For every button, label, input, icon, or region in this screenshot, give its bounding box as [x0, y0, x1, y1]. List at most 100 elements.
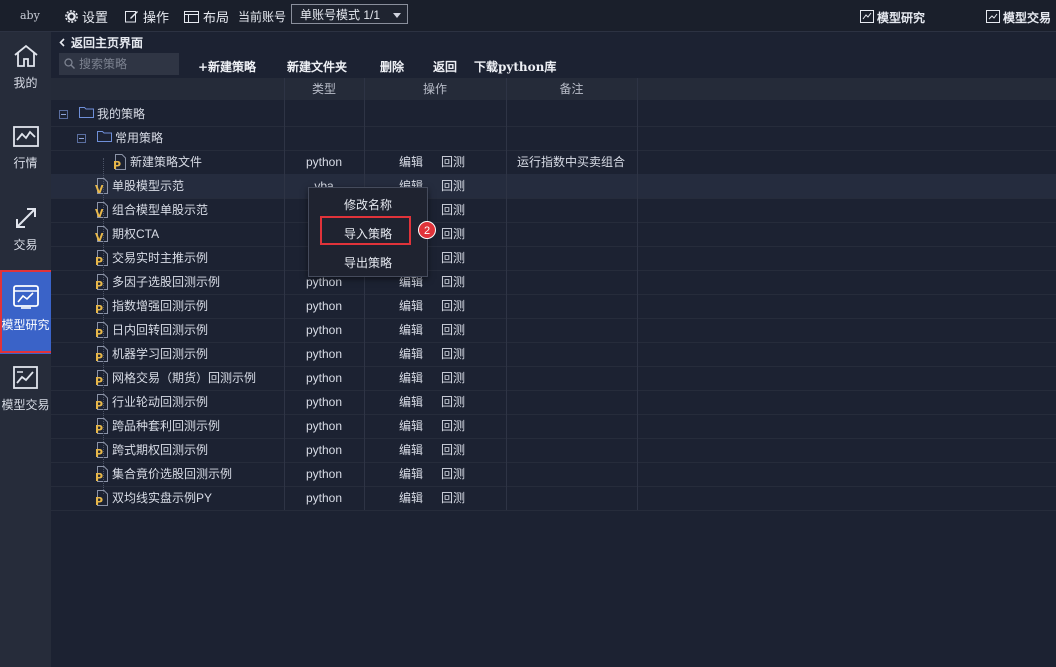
edit-link[interactable]: 编辑 — [399, 342, 423, 366]
table-row[interactable]: V期权CTA编辑回测 — [51, 222, 1056, 247]
table-row[interactable]: P 多因子选股回测示例 python 编辑 回测 — [51, 270, 1056, 295]
strategy-type: python — [305, 443, 343, 457]
strategy-name[interactable]: P 日内回转回测示例 — [95, 318, 295, 342]
model-trade-tab[interactable]: 模型交易 — [986, 9, 1051, 26]
chevron-down-icon — [393, 13, 401, 18]
table-row[interactable]: P 网格交易（期货）回测示例 python 编辑 回测 — [51, 366, 1056, 391]
edit-link[interactable]: 编辑 — [399, 486, 423, 510]
python-file-icon: P — [95, 370, 109, 388]
export-strategy-menu-item[interactable]: 导出策略 — [309, 254, 427, 271]
settings-menu[interactable]: 设置 — [65, 7, 108, 26]
table-row[interactable]: P 日内回转回测示例 python 编辑 回测 — [51, 318, 1056, 343]
backtest-link[interactable]: 回测 — [441, 390, 465, 414]
backtest-link[interactable]: 回测 — [441, 198, 465, 222]
strategy-note — [517, 414, 642, 438]
strategy-name[interactable]: P 网格交易（期货）回测示例 — [95, 366, 295, 390]
table-row[interactable]: P 双均线实盘示例PY python 编辑 回测 — [51, 486, 1056, 511]
operate-menu[interactable]: 操作 — [125, 7, 169, 26]
sidebar-item-label: 模型交易 — [1, 398, 50, 412]
sidebar-item-market[interactable]: 行情 — [0, 126, 51, 196]
edit-link[interactable]: 编辑 — [399, 318, 423, 342]
layout-menu[interactable]: 布局 — [184, 7, 229, 26]
strategy-name[interactable]: P 交易实时主推示例 — [95, 246, 295, 270]
backtest-link[interactable]: 回测 — [441, 246, 465, 270]
delete-button[interactable]: 删除 — [380, 58, 404, 75]
strategy-name[interactable]: P 机器学习回测示例 — [95, 342, 295, 366]
table-row[interactable]: 我的策略 — [51, 102, 1056, 127]
back-button[interactable]: 返回 — [433, 58, 457, 75]
edit-link[interactable]: 编辑 — [399, 390, 423, 414]
strategy-name[interactable]: V 组合模型单股示范 — [95, 198, 295, 222]
edit-link[interactable]: 编辑 — [399, 414, 423, 438]
table-row[interactable]: V组合模型单股示范编辑回测 — [51, 198, 1056, 223]
back-home-button[interactable]: 返回主页界面 — [59, 34, 143, 51]
backtest-link[interactable]: 回测 — [441, 174, 465, 198]
table-row[interactable]: P 机器学习回测示例 python 编辑 回测 — [51, 342, 1056, 367]
strategy-name-label: 行业轮动回测示例 — [112, 395, 209, 409]
backtest-link[interactable]: 回测 — [441, 318, 465, 342]
column-divider — [637, 78, 638, 510]
model-research-tab[interactable]: 模型研究 — [860, 9, 925, 26]
table-row[interactable]: P 跨品种套利回测示例 python 编辑 回测 — [51, 414, 1056, 439]
rename-menu-item[interactable]: 修改名称 — [309, 196, 427, 213]
search-input[interactable]: 搜索策略 — [59, 53, 179, 75]
table-row[interactable]: P交易实时主推示例p编辑回测 — [51, 246, 1056, 271]
sidebar-item-mine[interactable]: 我的 — [0, 44, 51, 114]
backtest-link[interactable]: 回测 — [441, 462, 465, 486]
edit-link[interactable]: 编辑 — [399, 150, 423, 174]
backtest-link[interactable]: 回测 — [441, 366, 465, 390]
highlight-box-import — [320, 216, 411, 245]
strategy-name[interactable]: P 双均线实盘示例PY — [95, 486, 295, 510]
vba-file-icon: V — [95, 178, 109, 196]
edit-link[interactable]: 编辑 — [399, 462, 423, 486]
strategy-name[interactable]: P 跨式期权回测示例 — [95, 438, 295, 462]
strategy-name[interactable]: P 新建策略文件 — [113, 150, 313, 174]
svg-text:P: P — [95, 399, 103, 410]
backtest-link[interactable]: 回测 — [441, 294, 465, 318]
collapse-toggle[interactable] — [77, 133, 86, 143]
table-row[interactable]: P 新建策略文件 python 编辑 回测 运行指数中买卖组合 — [51, 150, 1056, 175]
python-file-icon: P — [95, 250, 109, 268]
account-mode-select[interactable]: 单账号模式 1/1 — [291, 4, 408, 24]
strategy-name[interactable]: P 多因子选股回测示例 — [95, 270, 295, 294]
download-python-lib-button[interactable]: 下载python库 — [474, 58, 556, 75]
table-row[interactable]: P 指数增强回测示例 python 编辑 回测 — [51, 294, 1056, 319]
new-folder-button[interactable]: 新建文件夹 — [287, 58, 347, 75]
strategy-name-label: 跨式期权回测示例 — [112, 443, 209, 457]
vba-file-icon: V — [95, 202, 109, 220]
edit-link[interactable]: 编辑 — [399, 366, 423, 390]
strategy-name-label: 机器学习回测示例 — [112, 347, 209, 361]
backtest-link[interactable]: 回测 — [441, 486, 465, 510]
folder-icon — [79, 102, 94, 126]
backtest-link[interactable]: 回测 — [441, 270, 465, 294]
new-strategy-button[interactable]: +新建策略 — [198, 58, 256, 75]
python-file-icon: P — [95, 346, 109, 364]
table-row[interactable]: V 单股模型示范 vba 编辑 回测 — [51, 174, 1056, 199]
tree-folder[interactable]: 常用策略 — [77, 126, 277, 150]
table-row[interactable]: P 跨式期权回测示例 python 编辑 回测 — [51, 438, 1056, 463]
strategy-name[interactable]: P 指数增强回测示例 — [95, 294, 295, 318]
strategy-name[interactable]: V 单股模型示范 — [95, 174, 295, 198]
backtest-link[interactable]: 回测 — [441, 150, 465, 174]
strategy-name[interactable]: P 跨品种套利回测示例 — [95, 414, 295, 438]
backtest-link[interactable]: 回测 — [441, 222, 465, 246]
table-row[interactable]: P 集合竟价选股回测示例 python 编辑 回测 — [51, 462, 1056, 487]
backtest-link[interactable]: 回测 — [441, 414, 465, 438]
edit-link[interactable]: 编辑 — [399, 438, 423, 462]
backtest-link[interactable]: 回测 — [441, 438, 465, 462]
svg-text:P: P — [95, 447, 103, 458]
edit-link[interactable]: 编辑 — [399, 294, 423, 318]
sidebar-item-model-trade[interactable]: 模型交易 — [0, 366, 51, 436]
table-row[interactable]: P 行业轮动回测示例 python 编辑 回测 — [51, 390, 1056, 415]
collapse-toggle[interactable] — [59, 109, 68, 119]
table-row[interactable]: 常用策略 — [51, 126, 1056, 151]
strategy-name[interactable]: P 集合竟价选股回测示例 — [95, 462, 295, 486]
model-research-label: 模型研究 — [877, 11, 926, 25]
table-header: 类型 操作 备注 — [51, 78, 1056, 100]
strategy-name[interactable]: V 期权CTA — [95, 222, 295, 246]
backtest-link[interactable]: 回测 — [441, 342, 465, 366]
sidebar-item-trade[interactable]: 交易 — [0, 206, 51, 276]
edit-icon — [125, 10, 139, 23]
strategy-name[interactable]: P 行业轮动回测示例 — [95, 390, 295, 414]
tree-root[interactable]: 我的策略 — [59, 102, 279, 126]
